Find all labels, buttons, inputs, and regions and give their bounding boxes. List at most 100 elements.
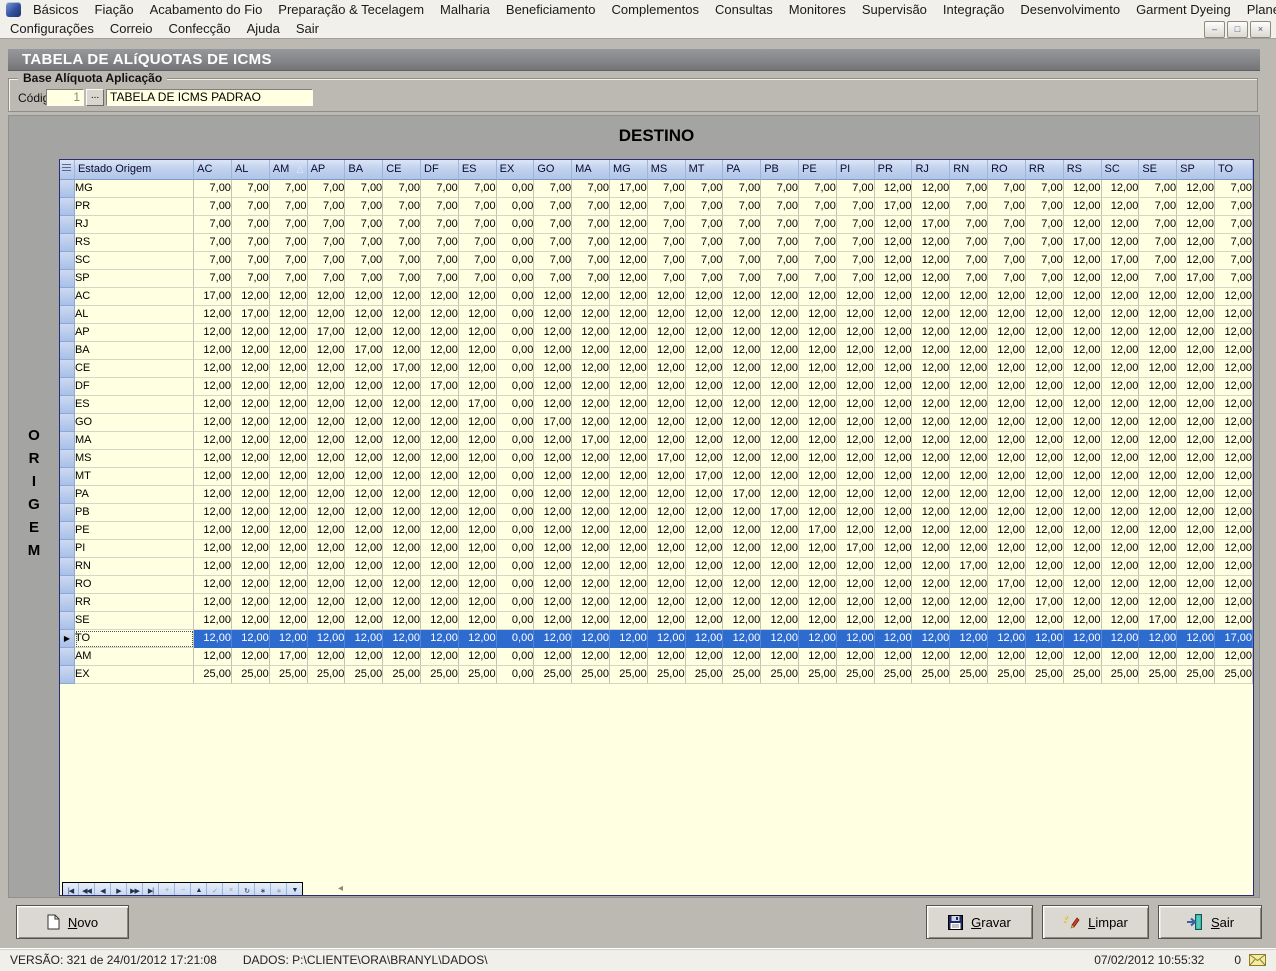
row-header-pe[interactable]: PE bbox=[75, 522, 194, 540]
cell[interactable]: 12,00 bbox=[232, 522, 270, 540]
cell[interactable]: 7,00 bbox=[421, 198, 459, 216]
cell[interactable]: 12,00 bbox=[610, 342, 648, 360]
cell[interactable]: 12,00 bbox=[648, 468, 686, 486]
cell[interactable]: 12,00 bbox=[572, 558, 610, 576]
cell[interactable]: 7,00 bbox=[988, 252, 1026, 270]
cell[interactable]: 7,00 bbox=[799, 216, 837, 234]
cell[interactable]: 12,00 bbox=[1102, 378, 1140, 396]
nav-next-page-button[interactable]: ▶▶ bbox=[127, 883, 143, 896]
cell[interactable]: 12,00 bbox=[610, 630, 648, 648]
cell[interactable]: 12,00 bbox=[610, 540, 648, 558]
cell[interactable]: 12,00 bbox=[837, 342, 875, 360]
cell[interactable]: 7,00 bbox=[988, 234, 1026, 252]
cell[interactable]: 7,00 bbox=[761, 180, 799, 198]
cell[interactable]: 12,00 bbox=[383, 306, 421, 324]
cell[interactable]: 12,00 bbox=[686, 576, 724, 594]
cell[interactable]: 12,00 bbox=[270, 378, 308, 396]
cell[interactable]: 25,00 bbox=[459, 666, 497, 684]
cell[interactable]: 12,00 bbox=[912, 432, 950, 450]
cell[interactable]: 12,00 bbox=[988, 414, 1026, 432]
cell[interactable]: 7,00 bbox=[232, 180, 270, 198]
cell[interactable]: 7,00 bbox=[1215, 252, 1253, 270]
cell[interactable]: 12,00 bbox=[270, 540, 308, 558]
cell[interactable]: 7,00 bbox=[534, 270, 572, 288]
cell[interactable]: 12,00 bbox=[572, 648, 610, 666]
cell[interactable]: 12,00 bbox=[1026, 450, 1064, 468]
cell[interactable]: 12,00 bbox=[912, 270, 950, 288]
cell[interactable]: 25,00 bbox=[988, 666, 1026, 684]
cell[interactable]: 7,00 bbox=[988, 216, 1026, 234]
cell[interactable]: 12,00 bbox=[421, 558, 459, 576]
cell[interactable]: 12,00 bbox=[270, 486, 308, 504]
row-header-mg[interactable]: MG bbox=[75, 180, 194, 198]
menu-item-consultas[interactable]: Consultas bbox=[707, 1, 781, 18]
cell[interactable]: 12,00 bbox=[837, 324, 875, 342]
cell[interactable]: 12,00 bbox=[1026, 342, 1064, 360]
cell[interactable]: 12,00 bbox=[837, 594, 875, 612]
cell[interactable]: 12,00 bbox=[912, 288, 950, 306]
cell[interactable]: 12,00 bbox=[761, 306, 799, 324]
cell[interactable]: 12,00 bbox=[572, 468, 610, 486]
cell[interactable]: 12,00 bbox=[572, 612, 610, 630]
cell[interactable]: 12,00 bbox=[232, 342, 270, 360]
cell[interactable]: 12,00 bbox=[1177, 486, 1215, 504]
cell[interactable]: 12,00 bbox=[534, 630, 572, 648]
cell[interactable]: 7,00 bbox=[1139, 270, 1177, 288]
column-header-pi[interactable]: PI bbox=[837, 160, 875, 180]
cell[interactable]: 12,00 bbox=[421, 306, 459, 324]
cell[interactable]: 12,00 bbox=[1215, 450, 1253, 468]
cell[interactable]: 25,00 bbox=[194, 666, 232, 684]
cell[interactable]: 7,00 bbox=[988, 198, 1026, 216]
cell[interactable]: 12,00 bbox=[1139, 594, 1177, 612]
cell[interactable]: 0,00 bbox=[497, 666, 535, 684]
cell[interactable]: 12,00 bbox=[270, 324, 308, 342]
menu-item-monitores[interactable]: Monitores bbox=[781, 1, 854, 18]
cell[interactable]: 12,00 bbox=[875, 378, 913, 396]
cell[interactable]: 12,00 bbox=[232, 612, 270, 630]
cell[interactable]: 12,00 bbox=[912, 558, 950, 576]
cell[interactable]: 12,00 bbox=[723, 504, 761, 522]
row-header-rn[interactable]: RN bbox=[75, 558, 194, 576]
cell[interactable]: 0,00 bbox=[497, 342, 535, 360]
cell[interactable]: 12,00 bbox=[421, 450, 459, 468]
cell[interactable]: 12,00 bbox=[988, 522, 1026, 540]
cell[interactable]: 7,00 bbox=[345, 234, 383, 252]
cell[interactable]: 12,00 bbox=[1064, 432, 1102, 450]
cell[interactable]: 12,00 bbox=[1177, 432, 1215, 450]
row-header-ba[interactable]: BA bbox=[75, 342, 194, 360]
cell[interactable]: 0,00 bbox=[497, 414, 535, 432]
cell[interactable]: 25,00 bbox=[345, 666, 383, 684]
cell[interactable]: 12,00 bbox=[383, 558, 421, 576]
cell[interactable]: 7,00 bbox=[648, 180, 686, 198]
column-header-al[interactable]: AL bbox=[232, 160, 270, 180]
descricao-input[interactable]: TABELA DE ICMS PADRAO bbox=[106, 89, 313, 106]
cell[interactable]: 12,00 bbox=[1215, 648, 1253, 666]
cell[interactable]: 12,00 bbox=[875, 360, 913, 378]
cell[interactable]: 7,00 bbox=[799, 252, 837, 270]
cell[interactable]: 7,00 bbox=[534, 180, 572, 198]
cell[interactable]: 12,00 bbox=[1064, 252, 1102, 270]
cell[interactable]: 12,00 bbox=[1064, 630, 1102, 648]
cell[interactable]: 12,00 bbox=[988, 468, 1026, 486]
cell[interactable]: 12,00 bbox=[1102, 360, 1140, 378]
cell[interactable]: 17,00 bbox=[610, 180, 648, 198]
cell[interactable]: 7,00 bbox=[686, 270, 724, 288]
cell[interactable]: 12,00 bbox=[875, 630, 913, 648]
cell[interactable]: 12,00 bbox=[912, 378, 950, 396]
cell[interactable]: 12,00 bbox=[1177, 612, 1215, 630]
cell[interactable]: 12,00 bbox=[610, 486, 648, 504]
cell[interactable]: 12,00 bbox=[912, 324, 950, 342]
cell[interactable]: 12,00 bbox=[837, 504, 875, 522]
cell[interactable]: 12,00 bbox=[345, 522, 383, 540]
cell[interactable]: 12,00 bbox=[648, 630, 686, 648]
cell[interactable]: 12,00 bbox=[194, 504, 232, 522]
cell[interactable]: 12,00 bbox=[534, 486, 572, 504]
cell[interactable]: 7,00 bbox=[270, 252, 308, 270]
cell[interactable]: 25,00 bbox=[686, 666, 724, 684]
cell[interactable]: 7,00 bbox=[799, 270, 837, 288]
cell[interactable]: 12,00 bbox=[1177, 450, 1215, 468]
cell[interactable]: 12,00 bbox=[308, 414, 346, 432]
cell[interactable]: 12,00 bbox=[875, 540, 913, 558]
column-header-pe[interactable]: PE bbox=[799, 160, 837, 180]
cell[interactable]: 12,00 bbox=[345, 594, 383, 612]
